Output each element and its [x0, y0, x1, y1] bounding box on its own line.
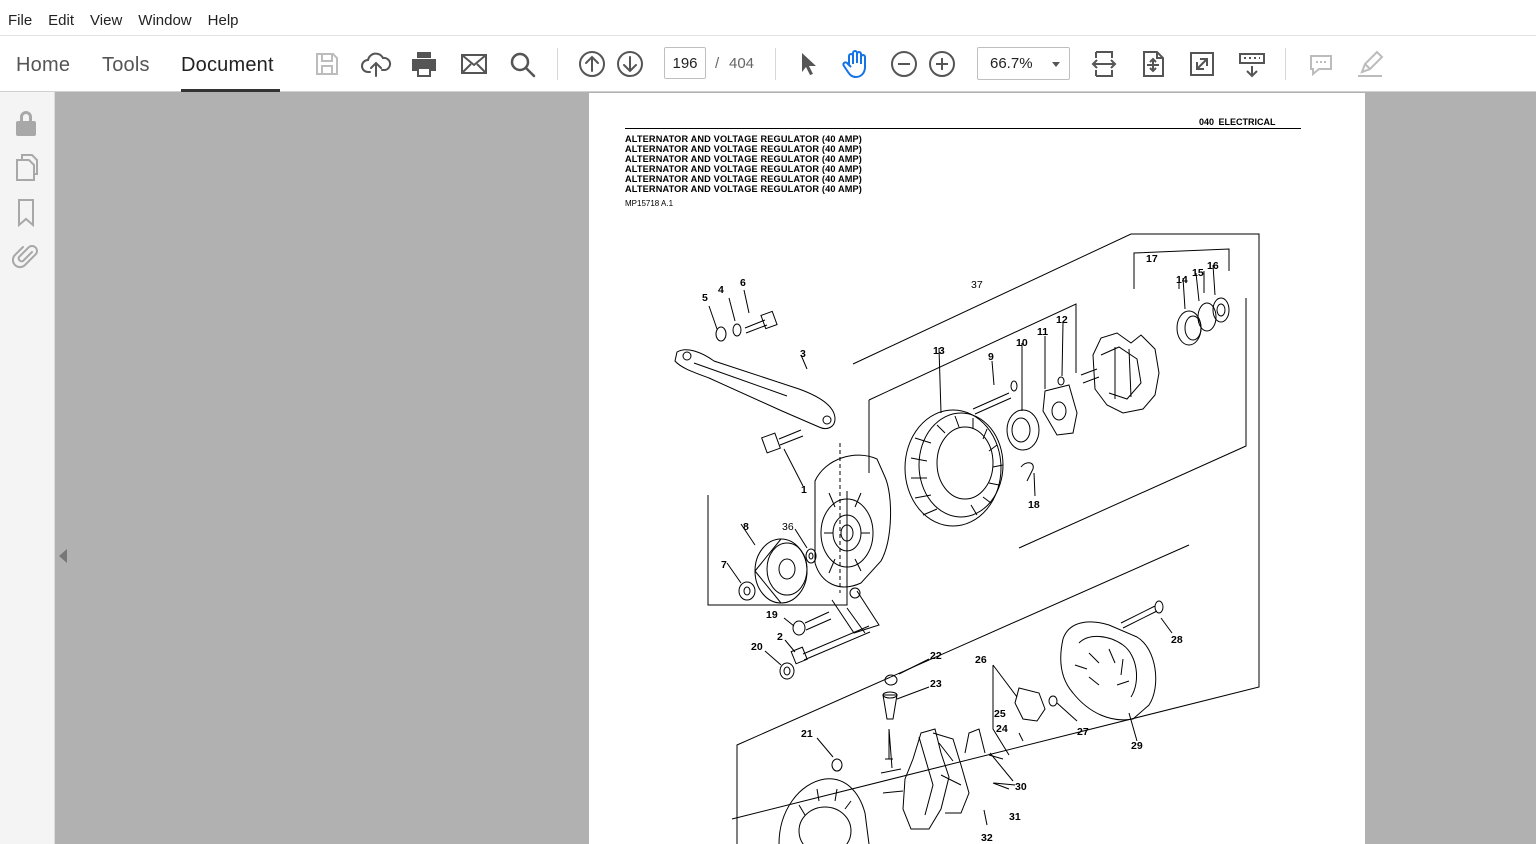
- print-icon[interactable]: [408, 48, 440, 80]
- callout-37: 37: [971, 279, 983, 291]
- comment-icon[interactable]: [1305, 48, 1337, 80]
- callout-27: 27: [1077, 726, 1089, 738]
- callout-31: 31: [1009, 811, 1021, 823]
- tab-tools[interactable]: Tools: [102, 54, 150, 77]
- menu-window[interactable]: Window: [130, 6, 199, 35]
- callout-12: 12: [1056, 314, 1068, 326]
- upload-cloud-icon[interactable]: [360, 48, 392, 80]
- fit-width-icon[interactable]: [1088, 48, 1120, 80]
- zoom-value: 66.7%: [990, 55, 1033, 72]
- zoom-select[interactable]: 66.7%: [977, 47, 1070, 80]
- active-tab-indicator: [181, 89, 280, 92]
- menu-help[interactable]: Help: [200, 6, 247, 35]
- callout-24: 24: [996, 723, 1008, 735]
- callout-3: 3: [800, 348, 806, 360]
- page-separator: /: [715, 55, 720, 72]
- collapse-panel-arrow-icon[interactable]: [59, 549, 67, 563]
- tab-document[interactable]: Document: [181, 54, 274, 77]
- document-page: 040 ELECTRICAL ALTERNATOR AND VOLTAGE RE…: [589, 93, 1365, 844]
- page-number-input[interactable]: 196: [664, 47, 706, 79]
- menu-file[interactable]: File: [0, 6, 40, 35]
- email-icon[interactable]: [458, 48, 490, 80]
- toolbar: Home Tools Document 196 / 404 66.7%: [0, 35, 1536, 92]
- callout-14: 14: [1176, 274, 1188, 286]
- menu-bar: File Edit View Window Help: [0, 6, 1536, 35]
- toolbar-separator: [775, 48, 776, 80]
- tab-home[interactable]: Home: [16, 54, 70, 77]
- menu-view[interactable]: View: [82, 6, 130, 35]
- callout-36: 36: [782, 521, 794, 533]
- callout-2: 2: [777, 631, 783, 643]
- page-down-icon[interactable]: [614, 48, 646, 80]
- callout-10: 10: [1016, 337, 1028, 349]
- callout-6: 6: [740, 277, 746, 289]
- fit-page-icon[interactable]: [1137, 48, 1169, 80]
- callout-17: 17: [1146, 253, 1158, 265]
- callout-5: 5: [702, 292, 708, 304]
- lock-icon[interactable]: [12, 108, 40, 138]
- callout-8: 8: [743, 521, 749, 533]
- chevron-down-icon: [1052, 62, 1060, 67]
- callout-1: 1: [801, 484, 807, 496]
- callout-28: 28: [1171, 634, 1183, 646]
- callout-25: 25: [994, 708, 1006, 720]
- callout-22: 22: [930, 650, 942, 662]
- callout-13: 13: [933, 345, 945, 357]
- search-icon[interactable]: [506, 48, 538, 80]
- page-up-icon[interactable]: [576, 48, 608, 80]
- callout-32: 32: [981, 832, 993, 844]
- scroll-mode-icon[interactable]: [1236, 48, 1268, 80]
- callout-20: 20: [751, 641, 763, 653]
- callout-7: 7: [721, 559, 727, 571]
- save-icon[interactable]: [311, 48, 343, 80]
- select-cursor-icon[interactable]: [792, 48, 824, 80]
- attachment-icon[interactable]: [12, 240, 40, 270]
- callout-18: 18: [1028, 499, 1040, 511]
- menu-edit[interactable]: Edit: [40, 6, 82, 35]
- callout-29: 29: [1131, 740, 1143, 752]
- zoom-in-icon[interactable]: [926, 48, 958, 80]
- pages-icon[interactable]: [12, 152, 40, 182]
- zoom-out-icon[interactable]: [888, 48, 920, 80]
- callout-26: 26: [975, 654, 987, 666]
- callout-19: 19: [766, 609, 778, 621]
- full-screen-icon[interactable]: [1186, 48, 1218, 80]
- callout-21: 21: [801, 728, 813, 740]
- callout-30: 30: [1015, 781, 1027, 793]
- exploded-parts-diagram: 1 2 3 4 5 6 7 8 9 10 11 12 13 14 15 16 1…: [674, 233, 1260, 844]
- callout-16: 16: [1207, 260, 1219, 272]
- callout-11: 11: [1037, 326, 1048, 338]
- callout-4: 4: [718, 284, 724, 296]
- callout-15: 15: [1192, 267, 1204, 279]
- callout-9: 9: [988, 351, 994, 363]
- left-navigation-panel: [0, 92, 55, 844]
- highlight-pen-icon[interactable]: [1354, 48, 1386, 80]
- toolbar-separator: [557, 48, 558, 80]
- callout-23: 23: [930, 678, 942, 690]
- toolbar-separator: [1285, 48, 1286, 80]
- bookmark-icon[interactable]: [12, 197, 40, 227]
- hand-tool-icon[interactable]: [839, 48, 871, 80]
- page-total: 404: [729, 55, 755, 72]
